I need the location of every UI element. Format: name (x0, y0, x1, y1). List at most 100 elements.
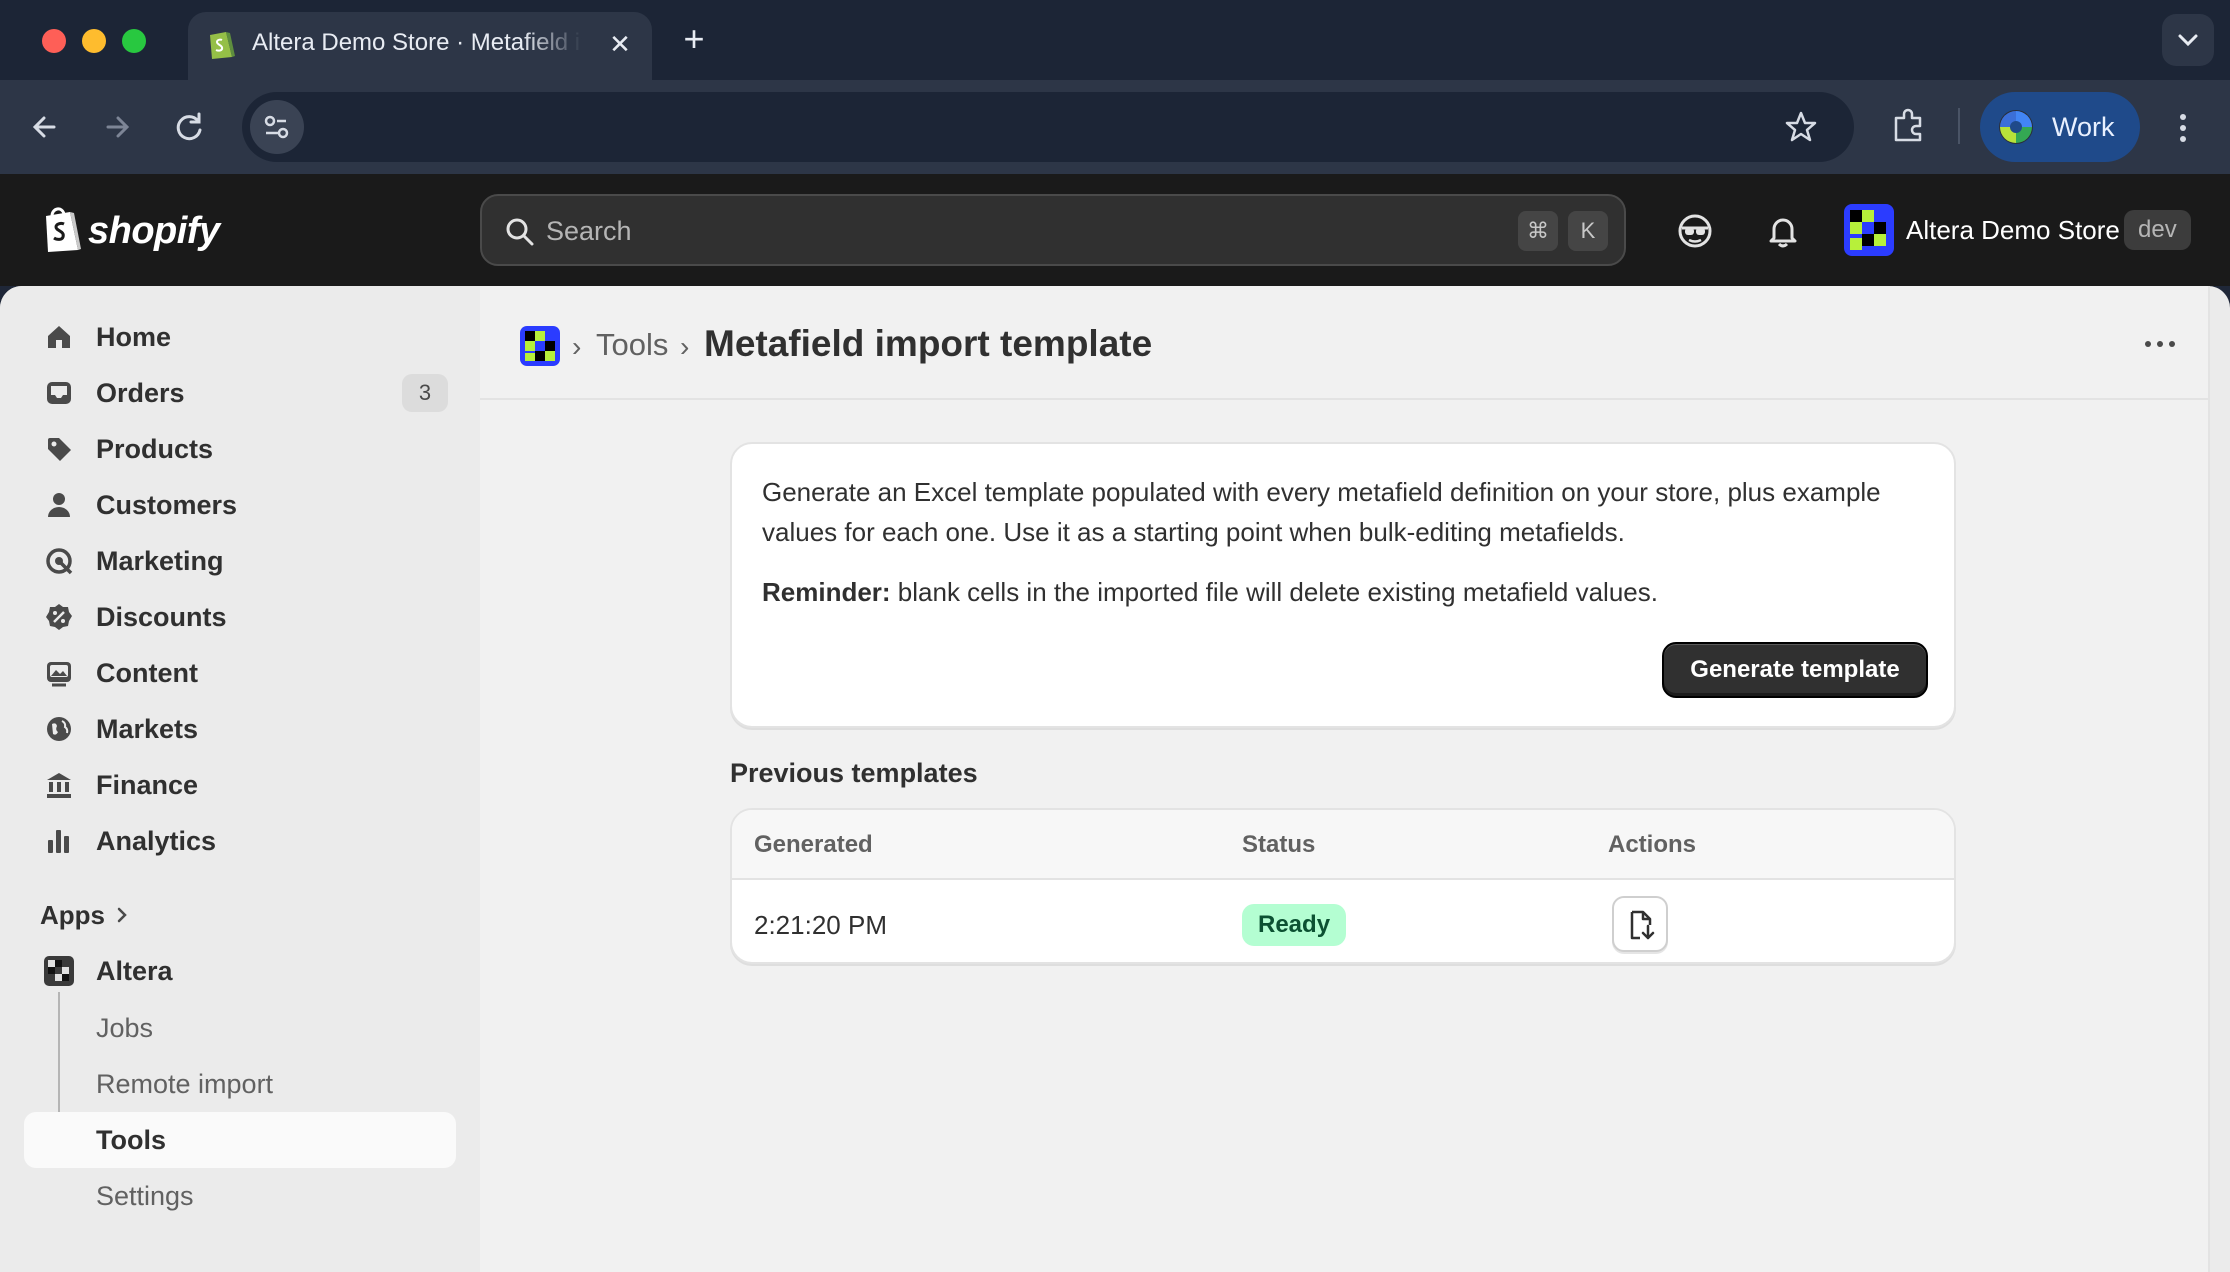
sidebar-subitem-settings[interactable]: Settings (24, 1168, 456, 1224)
chevron-right-icon (117, 907, 127, 923)
store-name: Altera Demo Store (1906, 215, 2120, 245)
column-header-status: Status (1242, 831, 1316, 858)
forward-icon[interactable] (94, 104, 140, 150)
bookmark-star-icon[interactable] (1784, 110, 1818, 144)
column-header-generated: Generated (754, 831, 873, 858)
address-bar[interactable] (242, 92, 1854, 162)
sidebar-item-label: Customers (96, 490, 238, 520)
sidebar-item-altera[interactable]: Altera (24, 944, 456, 998)
browser-tab-active[interactable]: Altera Demo Store · Metafield import tem… (188, 12, 652, 80)
chevron-down-icon (2178, 34, 2198, 47)
close-window-button[interactable] (42, 29, 66, 53)
new-tab-button[interactable]: + (676, 21, 712, 58)
sidebar-subitem-label: Remote import (96, 1069, 274, 1099)
profile-label: Work (2052, 112, 2115, 142)
altera-app-breadcrumb-icon[interactable] (520, 326, 560, 366)
status-badge: Ready (1242, 904, 1347, 946)
sidebar-item-label: Altera (96, 956, 173, 986)
sidebar-subitem-label: Settings (96, 1181, 194, 1211)
page-title: Metafield import template (704, 323, 1153, 364)
inbox-icon (47, 382, 71, 404)
minimize-window-button[interactable] (82, 29, 106, 53)
home-icon (48, 326, 70, 348)
content-scroll-edge (2208, 286, 2210, 1272)
back-icon[interactable] (22, 104, 68, 150)
apps-label: Apps (40, 900, 105, 930)
table-header: Generated Status Actions (732, 810, 1954, 880)
bank-icon (47, 773, 71, 798)
orders-count-badge: 3 (402, 374, 448, 412)
image-icon (47, 662, 71, 687)
search-input[interactable]: Search ⌘ K (480, 194, 1626, 266)
sidebar-item-customers[interactable]: Customers (24, 478, 456, 532)
tab-close-icon[interactable]: ✕ (606, 30, 634, 58)
shortcut-cmd-key: ⌘ (1518, 211, 1558, 251)
download-template-button[interactable] (1612, 896, 1668, 952)
shopify-logo[interactable]: shopify (40, 204, 240, 256)
sidebar: Home Orders 3 Products Customers Marketi… (0, 286, 480, 1272)
tab-title: Altera Demo Store · Metafield import tem… (252, 29, 582, 56)
toolbar-divider (1958, 108, 1960, 144)
search-icon (506, 218, 534, 246)
shopify-bag-icon (46, 207, 81, 252)
reminder-text: blank cells in the imported file will de… (890, 577, 1658, 607)
apps-section-header[interactable]: Apps (40, 898, 127, 932)
sidebar-item-products[interactable]: Products (24, 422, 456, 476)
card-reminder: Reminder: blank cells in the imported fi… (762, 574, 1922, 610)
tag-icon (48, 438, 71, 461)
reload-icon[interactable] (166, 104, 212, 150)
template-generator-card: Generate an Excel template populated wit… (730, 442, 1956, 728)
sidebar-item-content[interactable]: Content (24, 646, 456, 700)
store-logo-icon (1844, 204, 1894, 256)
shopify-favicon-icon (210, 32, 235, 59)
browser-menu-icon[interactable] (2168, 110, 2198, 146)
discount-icon (46, 604, 72, 630)
person-icon (48, 493, 70, 517)
column-header-actions: Actions (1608, 831, 1697, 858)
sidebar-item-markets[interactable]: Markets (24, 702, 456, 756)
reminder-label: Reminder: (762, 577, 891, 607)
generated-time-cell: 2:21:20 PM (754, 910, 887, 940)
sidebar-item-label: Orders (96, 378, 185, 408)
sidebar-item-analytics[interactable]: Analytics (24, 814, 456, 868)
site-info-button[interactable] (250, 100, 304, 154)
shortcut-k-key: K (1568, 211, 1608, 251)
sidebar-subitem-tools[interactable]: Tools (24, 1112, 456, 1168)
sidebar-item-label: Content (96, 658, 198, 688)
maximize-window-button[interactable] (122, 29, 146, 53)
sidebar-item-label: Marketing (96, 546, 224, 576)
sidebar-item-orders[interactable]: Orders 3 (24, 366, 456, 420)
card-description: Generate an Excel template populated wit… (762, 477, 1881, 547)
globe-icon (47, 717, 71, 741)
sidebar-item-finance[interactable]: Finance (24, 758, 456, 812)
search-placeholder: Search (546, 216, 632, 246)
sidebar-subitem-jobs[interactable]: Jobs (24, 1000, 456, 1056)
sidebar-subitem-remote-import[interactable]: Remote import (24, 1056, 456, 1112)
sidebar-item-label: Analytics (96, 826, 217, 856)
sidekick-icon[interactable] (1676, 212, 1714, 250)
notifications-bell-icon[interactable] (1764, 212, 1802, 250)
tab-search-button[interactable] (2162, 14, 2214, 66)
shopify-wordmark: shopify (88, 210, 220, 252)
admin-frame: Home Orders 3 Products Customers Marketi… (0, 286, 2230, 1272)
sidebar-item-discounts[interactable]: Discounts (24, 590, 456, 644)
more-actions-icon[interactable] (2140, 332, 2180, 356)
browser-toolbar: Work (0, 80, 2230, 174)
sidebar-item-marketing[interactable]: Marketing (24, 534, 456, 588)
breadcrumb-tools-link[interactable]: Tools (596, 326, 668, 364)
generate-template-button[interactable]: Generate template (1662, 642, 1928, 698)
tune-icon (264, 115, 289, 139)
extensions-icon[interactable] (1888, 106, 1928, 146)
sidebar-item-label: Products (96, 434, 214, 464)
store-env-badge: dev (2124, 210, 2191, 250)
store-switcher[interactable]: Altera Demo Store dev (1844, 204, 2204, 256)
sidebar-subitem-label: Jobs (96, 1013, 154, 1043)
bar-chart-icon (48, 830, 69, 853)
sidebar-item-home[interactable]: Home (24, 310, 456, 364)
sidebar-item-label: Finance (96, 770, 199, 800)
previous-templates-table: Generated Status Actions 2:21:20 PM Read… (730, 808, 1956, 964)
profile-button[interactable]: Work (1980, 92, 2140, 162)
sidebar-subitem-label: Tools (96, 1125, 166, 1155)
sidebar-item-label: Markets (96, 714, 199, 744)
target-icon (46, 548, 73, 575)
